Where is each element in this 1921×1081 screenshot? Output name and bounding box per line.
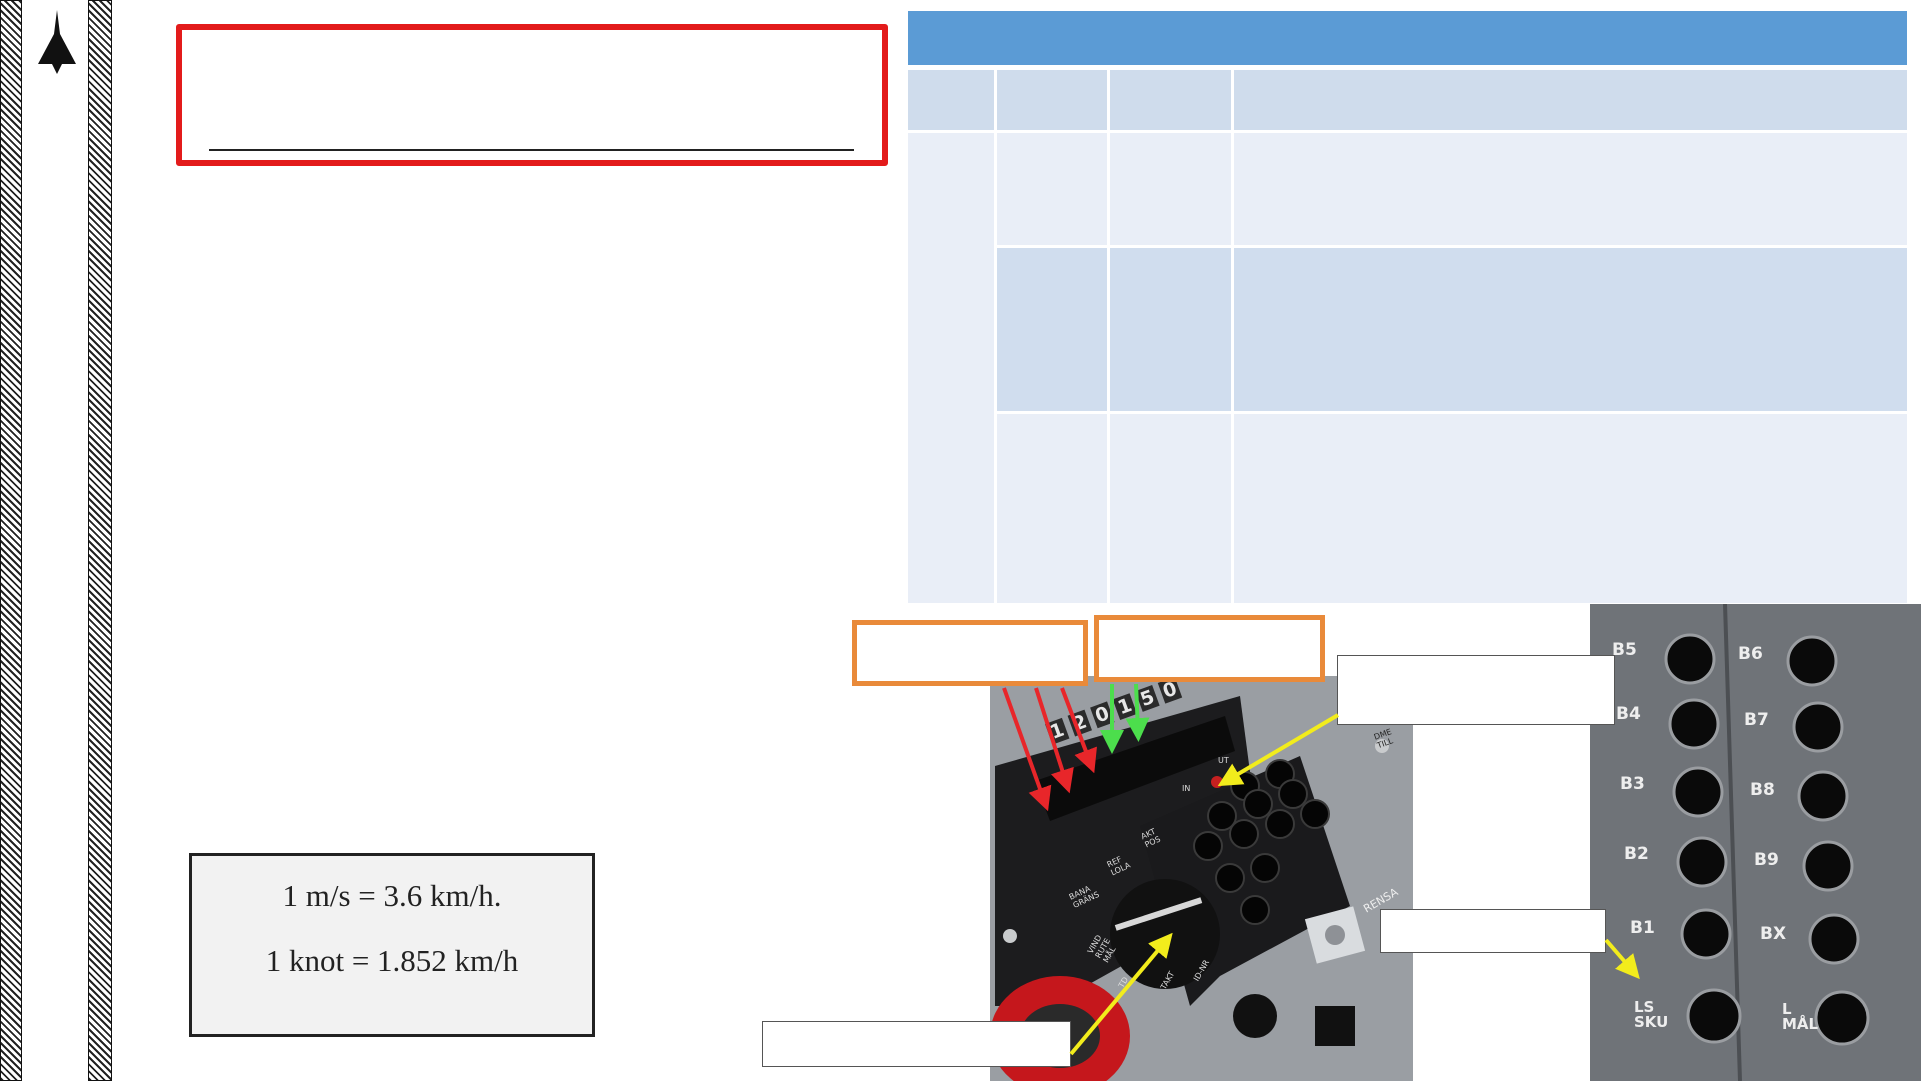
yellow-arrow-knob — [1069, 932, 1173, 1056]
yellow-arrow-lamp — [1217, 713, 1340, 787]
green-arrow-2 — [1125, 683, 1150, 742]
red-arrow-2 — [1034, 687, 1074, 794]
red-arrow-3 — [1060, 687, 1097, 774]
callout-arrows — [1002, 683, 1640, 1056]
yellow-arrow-button — [1604, 938, 1640, 980]
red-arrow-1 — [1002, 687, 1052, 812]
